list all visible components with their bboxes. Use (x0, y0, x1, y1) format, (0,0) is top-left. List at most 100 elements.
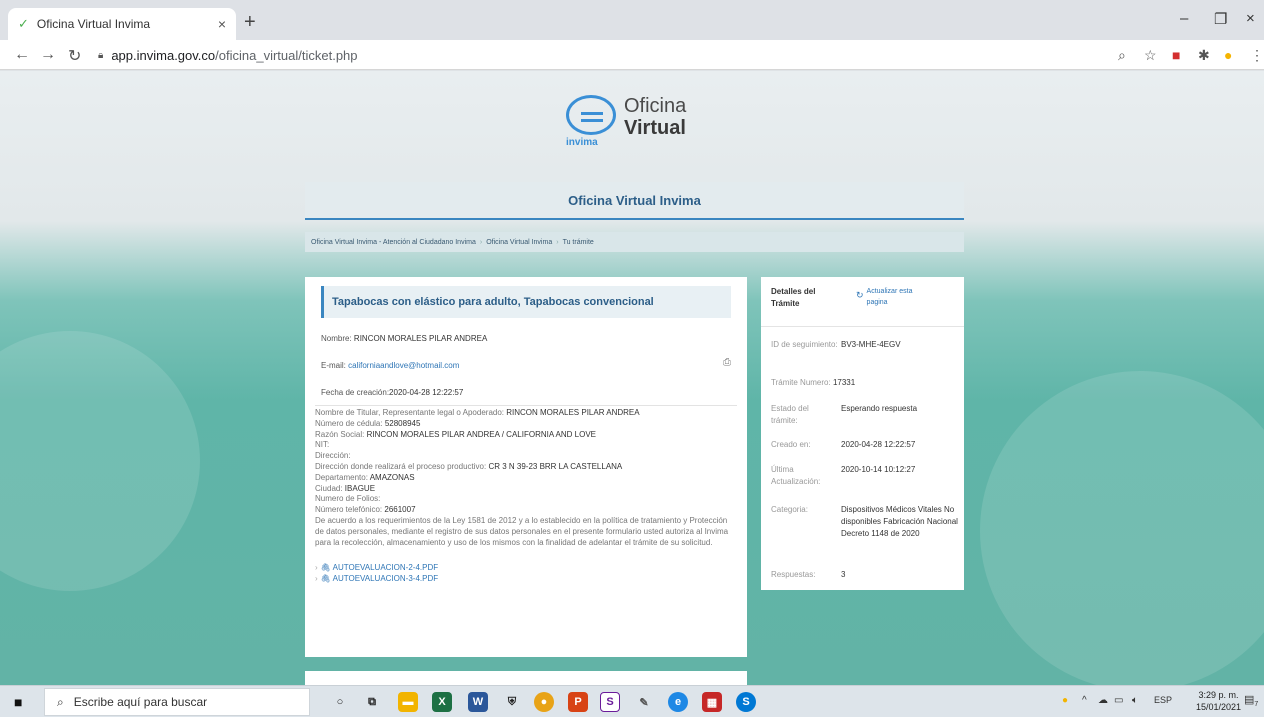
search-icon: ⌕ (57, 694, 64, 709)
detail-line: Departamento: AMAZONAS (315, 472, 415, 482)
creado-value: 2020-04-28 12:22:57 (841, 440, 916, 449)
attachment-link[interactable]: AUTOEVALUACION-3-4.PDF (333, 574, 439, 583)
word-icon[interactable]: W (468, 692, 488, 712)
language-indicator[interactable]: ESP (1154, 695, 1172, 705)
onedrive-icon[interactable]: ☁ (1098, 695, 1108, 706)
edge-icon[interactable]: e (668, 692, 688, 712)
new-tab-icon[interactable]: + (244, 12, 256, 32)
divider (315, 405, 737, 406)
back-arrow-icon[interactable]: ← (14, 46, 30, 64)
estado-value: Esperando respuesta (841, 404, 918, 413)
task-view-icon[interactable]: ⧉ (362, 692, 382, 712)
ultima-label: Última Actualización: (771, 465, 821, 486)
logo-line1: Oficina (624, 95, 687, 117)
media-app-icon[interactable]: ▦ (702, 692, 722, 712)
id-label: ID de seguimiento: (771, 340, 838, 349)
refresh-icon: ↻ (856, 290, 864, 300)
email-link[interactable]: californiaandlove@hotmail.com (348, 361, 459, 370)
logo-brand: invima (566, 137, 598, 148)
sidebar-heading: Detalles del Trámite (771, 287, 816, 308)
respuestas-value: 3 (841, 570, 846, 579)
skype-icon[interactable]: S (600, 692, 620, 712)
breadcrumb-item[interactable]: Oficina Virtual Invima (486, 239, 552, 246)
url-host: app.invima.gov.co (111, 47, 216, 63)
ticket-card: Tapabocas con elástico para adulto, Tapa… (305, 277, 747, 657)
file-explorer-icon[interactable]: ▬ (398, 692, 418, 712)
paperclip-icon: 🖇︎ (320, 563, 331, 573)
windows-start-icon[interactable]: ■ (14, 694, 22, 710)
browser-tab[interactable]: ✓ Oficina Virtual Invima × (8, 8, 236, 40)
background-decoration (980, 371, 1264, 685)
breadcrumb-item-current: Tu trámite (562, 238, 594, 246)
maximize-icon[interactable]: ❐ (1214, 10, 1227, 28)
categoria-value: Dispositivos Médicos Vitales No disponib… (841, 505, 958, 538)
detail-line: Número de cédula: 52808945 (315, 418, 421, 428)
notifications-icon[interactable]: ▤7 (1244, 693, 1258, 708)
checkmark-favicon-icon: ✓ (18, 16, 29, 31)
refresh-page-link[interactable]: ↻ Actualizar esta pagina (856, 286, 931, 308)
responses-card (305, 671, 747, 685)
ultima-value: 2020-10-14 10:12:27 (841, 465, 916, 474)
breadcrumb-separator: › (479, 238, 483, 246)
email-label: E-mail: (321, 361, 346, 370)
numero-label: Trámite Numero: (771, 378, 831, 387)
paint-icon[interactable]: ✎ (634, 692, 654, 712)
profile-avatar-icon[interactable]: ● (1224, 47, 1232, 63)
clock-date: 15/01/2021 (1196, 702, 1242, 712)
numero-value: 17331 (832, 378, 856, 387)
help-tray-icon[interactable]: ● (1062, 695, 1068, 706)
cortana-icon[interactable]: ○ (330, 692, 350, 712)
legal-notice: De acuerdo a los requerimientos de la Le… (315, 515, 729, 547)
detail-line: Dirección donde realizará el proceso pro… (315, 461, 623, 471)
tab-title: Oficina Virtual Invima (36, 17, 151, 31)
excel-icon[interactable]: X (432, 692, 452, 712)
fecha-row: Fecha de creación:2020-04-28 12:22:57 (321, 388, 731, 397)
sidebar-header: Detalles del Trámite ↻ Actualizar esta p… (761, 277, 964, 327)
oficina-virtual-logo[interactable]: invima Oficina Virtual (566, 87, 716, 151)
detail-line: Numero de Folios: (315, 494, 381, 504)
close-tab-icon[interactable]: × (218, 16, 226, 32)
windows-taskbar: ■ ⌕ Escribe aquí para buscar ○ ⧉ ▬ X W ⛨… (0, 685, 1264, 717)
security-shield-icon[interactable]: ⛨ (502, 692, 522, 712)
app-icon[interactable]: P (568, 692, 588, 712)
fecha-label: Fecha de creación: (321, 388, 390, 397)
tab-strip: ✓ Oficina Virtual Invima × + – ❐ × (0, 0, 1264, 40)
detail-line: Ciudad: IBAGUE (315, 483, 376, 493)
email-row: E-mail: californiaandlove@hotmail.com ⎙ (321, 357, 731, 370)
printer-icon[interactable]: ⎙ (723, 357, 731, 368)
nombre-row: Nombre: RINCON MORALES PILAR ANDREA (321, 334, 731, 343)
volume-icon[interactable]: 🔈︎ (1132, 695, 1138, 706)
system-clock[interactable]: 3:29 p. m. 15/01/2021 (1196, 689, 1241, 713)
close-window-icon[interactable]: × (1246, 10, 1255, 27)
url-field[interactable]: 🔒︎ app.invima.gov.co/oficina_virtual/tic… (98, 44, 1108, 66)
taskbar-search-input[interactable]: ⌕ Escribe aquí para buscar (44, 688, 310, 716)
menu-kebab-icon[interactable]: ⋮ (1250, 47, 1264, 64)
minimize-icon[interactable]: – (1180, 10, 1188, 27)
page-title: Oficina Virtual Invima (568, 192, 701, 208)
chevron-up-icon[interactable]: ^ (1082, 695, 1087, 706)
breadcrumb-item[interactable]: Oficina Virtual Invima - Atención al Ciu… (311, 239, 476, 246)
detail-line: Razón Social: RINCON MORALES PILAR ANDRE… (315, 429, 596, 439)
breadcrumb: Oficina Virtual Invima - Atención al Ciu… (305, 232, 964, 252)
logo-line2: Virtual (624, 117, 686, 139)
extensions-puzzle-icon[interactable]: ✱ (1198, 47, 1210, 64)
header-panel: Oficina Virtual Invima (305, 182, 964, 220)
reload-icon[interactable]: ↻ (68, 46, 81, 66)
background-decoration (0, 331, 200, 591)
refresh-label: Actualizar esta pagina (866, 288, 913, 306)
clock-time: 3:29 p. m. (1198, 690, 1239, 700)
detail-line: Número telefónico: 2661007 (315, 505, 416, 515)
chrome-icon[interactable]: ● (534, 692, 554, 712)
attachment-item[interactable]: › 🖇︎ AUTOEVALUACION-3-4.PDF (315, 573, 731, 584)
network-icon[interactable]: ▭ (1114, 695, 1123, 706)
paperclip-icon: 🖇︎ (320, 574, 331, 584)
forward-arrow-icon[interactable]: → (40, 46, 56, 64)
skype-blue-icon[interactable]: S (736, 692, 756, 712)
zoom-icon[interactable]: ⌕ (1118, 47, 1126, 64)
bookmark-star-icon[interactable]: ☆ (1144, 47, 1157, 64)
attachment-link[interactable]: AUTOEVALUACION-2-4.PDF (333, 563, 439, 572)
pdf-extension-icon[interactable]: ■ (1172, 47, 1180, 63)
lock-icon: 🔒︎ (98, 49, 104, 61)
url-path: /oficina_virtual/ticket.php (215, 47, 358, 63)
attachment-item[interactable]: › 🖇︎ AUTOEVALUACION-2-4.PDF (315, 562, 731, 573)
